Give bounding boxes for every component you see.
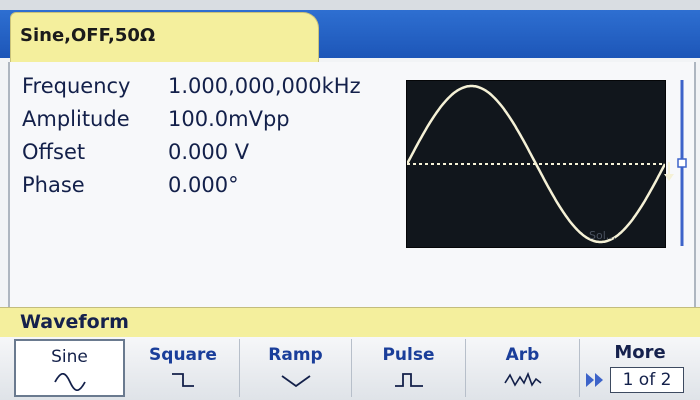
- top-bezel: [0, 0, 700, 10]
- softkey-arb[interactable]: Arb: [466, 339, 580, 397]
- softkey-label: Square: [149, 345, 217, 365]
- softkey-label: Ramp: [268, 345, 323, 365]
- softkey-pulse[interactable]: Pulse: [352, 339, 466, 397]
- softkey-label: Arb: [505, 345, 540, 365]
- ramp-icon: [280, 375, 311, 388]
- watermark-text: Sol...: [589, 229, 616, 242]
- arrow-down-icon: [664, 162, 674, 181]
- softkey-more[interactable]: More 1 of 2: [580, 339, 700, 397]
- softkey-square[interactable]: Square: [127, 339, 240, 397]
- sine-icon: [53, 373, 86, 391]
- param-label: Amplitude: [22, 107, 130, 131]
- softkey-ramp[interactable]: Ramp: [240, 339, 352, 397]
- pulse-icon: [394, 373, 423, 387]
- menu-title: Waveform: [20, 311, 129, 333]
- param-value: 100.0mVpp: [168, 107, 290, 131]
- softkey-bar: Sine Square Ramp Pulse Arb More 1 of 2: [0, 337, 700, 400]
- softkey-label: Pulse: [382, 345, 435, 365]
- param-label: Offset: [22, 140, 86, 164]
- menu-title-bar: Waveform: [0, 307, 700, 339]
- more-label: More: [614, 342, 666, 363]
- channel-status-text: Sine,OFF,50Ω: [20, 25, 156, 46]
- arb-icon: [503, 371, 541, 387]
- param-value: 1.000,000,000kHz: [168, 74, 361, 98]
- param-label: Frequency: [22, 74, 131, 98]
- page-indicator: 1 of 2: [610, 367, 684, 393]
- param-label: Phase: [22, 173, 85, 197]
- double-chevron-right-icon: [586, 373, 603, 387]
- generator-display: Sine,OFF,50Ω Frequency 1.000,000,000kHz …: [0, 0, 700, 400]
- channel-status-tab[interactable]: Sine,OFF,50Ω: [10, 12, 319, 63]
- square-icon: [172, 373, 194, 387]
- softkey-label: Sine: [51, 347, 88, 367]
- param-value: 0.000°: [168, 173, 239, 197]
- param-value: 0.000 V: [168, 140, 250, 164]
- softkey-sine[interactable]: Sine: [14, 339, 125, 397]
- waveform-preview: Sol...: [406, 80, 666, 248]
